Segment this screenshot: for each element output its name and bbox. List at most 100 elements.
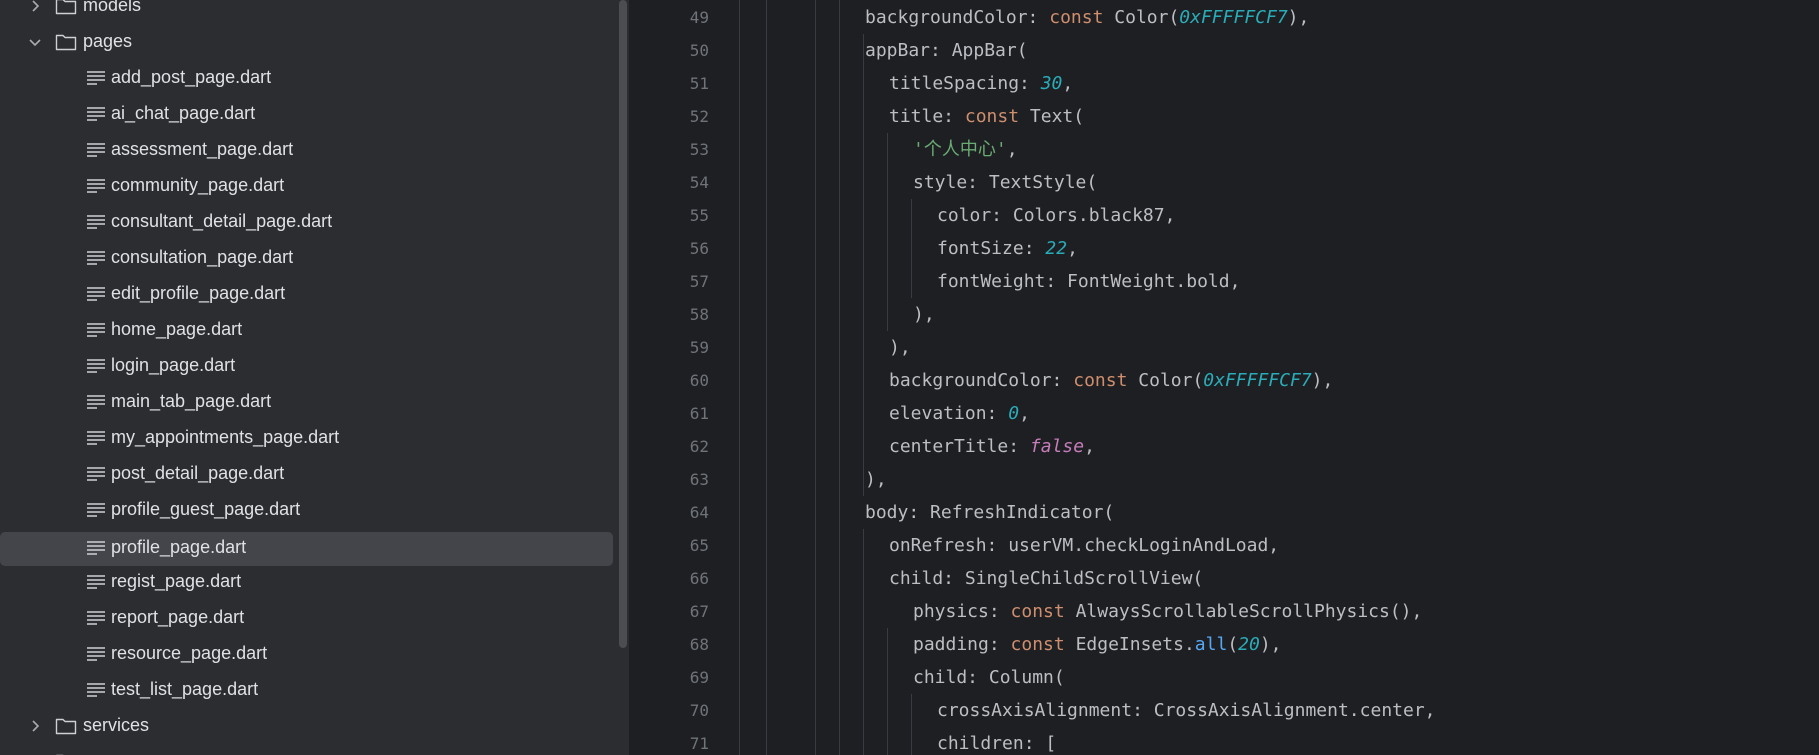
dart-file-icon <box>86 285 106 303</box>
chevron-right-icon[interactable] <box>27 718 43 734</box>
tree-item-label: profile_page.dart <box>111 537 247 557</box>
folder-icon <box>55 0 77 16</box>
line-number: 53 <box>689 140 709 159</box>
tree-item-label: models <box>83 0 142 15</box>
scope-indent-guide <box>863 34 864 496</box>
tree-file-profile-guest-page[interactable]: profile_guest_page.dart <box>0 494 613 526</box>
indent-guide <box>815 0 816 755</box>
line-number: 64 <box>689 503 709 522</box>
tree-item-label: edit_profile_page.dart <box>111 283 286 303</box>
code-token-plain: ), <box>1311 370 1334 391</box>
tree-file-my-appointments-page[interactable]: my_appointments_page.dart <box>0 422 613 454</box>
scope-indent-guide <box>863 529 864 755</box>
code-line[interactable]: body: RefreshIndicator( <box>865 496 1114 529</box>
code-token-kw: const <box>1073 370 1139 391</box>
code-line[interactable]: child: Column( <box>913 661 1065 694</box>
tree-file-test-list-page[interactable]: test_list_page.dart <box>0 674 613 706</box>
tree-file-resource-page[interactable]: resource_page.dart <box>0 638 613 670</box>
code-token-plain: , <box>1067 238 1078 259</box>
tree-item-label: consultant_detail_page.dart <box>111 211 333 231</box>
tree-file-login-page[interactable]: login_page.dart <box>0 350 613 382</box>
code-token-plain: AlwaysScrollableScrollPhysics(), <box>1075 601 1423 622</box>
line-number: 58 <box>689 305 709 324</box>
code-token-plain: title: <box>889 106 965 127</box>
dart-file-icon <box>86 681 106 699</box>
code-editor[interactable]: 49 50 51 52 53 54 55 56 57 58 59 60 61 62 63 64 65 66 67 68… <box>629 0 1819 755</box>
tree-item-label: add_post_page.dart <box>111 67 272 87</box>
code-line[interactable]: children: [ <box>937 727 1056 755</box>
tree-file-post-detail-page[interactable]: post_detail_page.dart <box>0 458 613 490</box>
line-number: 60 <box>689 371 709 390</box>
chevron-right-icon[interactable] <box>27 0 43 14</box>
dart-file-icon <box>86 105 106 123</box>
dart-file-icon <box>86 539 106 557</box>
tree-file-report-page[interactable]: report_page.dart <box>0 602 613 634</box>
code-line[interactable]: backgroundColor: const Color(0xFFFFFCF7)… <box>865 1 1309 34</box>
tree-item-label: main_tab_page.dart <box>111 391 272 411</box>
code-line[interactable]: appBar: AppBar( <box>865 34 1028 67</box>
tree-file-home-page[interactable]: home_page.dart <box>0 314 613 346</box>
scope-indent-guide <box>911 694 912 755</box>
scope-indent-guide <box>887 628 888 755</box>
code-line[interactable]: elevation: 0, <box>889 397 1030 430</box>
scope-indent-guide <box>911 199 912 298</box>
dart-file-icon <box>86 177 106 195</box>
code-token-plain: appBar: AppBar( <box>865 40 1028 61</box>
line-number: 70 <box>689 701 709 720</box>
code-line[interactable]: centerTitle: false, <box>889 430 1095 463</box>
dart-file-icon <box>86 429 106 447</box>
line-number: 67 <box>689 602 709 621</box>
tree-file-edit-profile-page[interactable]: edit_profile_page.dart <box>0 278 613 310</box>
code-token-plain: fontSize: <box>937 238 1046 259</box>
tree-item-label: my_appointments_page.dart <box>111 427 340 447</box>
code-line[interactable]: physics: const AlwaysScrollableScrollPhy… <box>913 595 1422 628</box>
line-number: 56 <box>689 239 709 258</box>
tree-file-profile-page[interactable]: profile_page.dart <box>0 532 613 566</box>
code-line[interactable]: child: SingleChildScrollView( <box>889 562 1203 595</box>
dart-file-icon <box>86 393 106 411</box>
code-token-plain: Text( <box>1029 106 1085 127</box>
code-line[interactable]: padding: const EdgeInsets.all(20), <box>913 628 1282 661</box>
code-line[interactable]: titleSpacing: 30, <box>889 67 1073 100</box>
code-line[interactable]: onRefresh: userVM.checkLoginAndLoad, <box>889 529 1279 562</box>
dart-file-icon <box>86 141 106 159</box>
code-line[interactable]: ), <box>913 298 935 331</box>
code-line[interactable]: ), <box>889 331 911 364</box>
tree-file-regist-page[interactable]: regist_page.dart <box>0 566 613 598</box>
line-number: 50 <box>689 41 709 60</box>
tree-file-ai-chat-page[interactable]: ai_chat_page.dart <box>0 98 613 130</box>
chevron-down-icon[interactable] <box>27 34 43 50</box>
project-tree-scrollbar-thumb[interactable] <box>619 0 627 648</box>
code-token-num: 30 <box>1040 73 1063 94</box>
tree-folder-folder[interactable] <box>0 746 613 755</box>
tree-file-assessment-page[interactable]: assessment_page.dart <box>0 134 613 166</box>
code-token-plain: fontWeight: FontWeight.bold, <box>937 271 1241 292</box>
code-token-plain: physics: <box>913 601 1011 622</box>
code-token-plain: backgroundColor: <box>865 7 1050 28</box>
dart-file-icon <box>86 321 106 339</box>
code-line[interactable]: style: TextStyle( <box>913 166 1097 199</box>
code-line[interactable]: crossAxisAlignment: CrossAxisAlignment.c… <box>937 694 1436 727</box>
tree-file-consultation-page[interactable]: consultation_page.dart <box>0 242 613 274</box>
code-line[interactable]: backgroundColor: const Color(0xFFFFFCF7)… <box>889 364 1333 397</box>
tree-folder-pages[interactable]: pages <box>0 26 613 58</box>
code-line[interactable]: '个人中心', <box>913 133 1018 166</box>
tree-file-consultant-detail-page[interactable]: consultant_detail_page.dart <box>0 206 613 238</box>
code-line[interactable]: color: Colors.black87, <box>937 199 1175 232</box>
tree-folder-services[interactable]: services <box>0 710 613 742</box>
code-line[interactable]: fontSize: 22, <box>937 232 1078 265</box>
code-line[interactable]: title: const Text( <box>889 100 1084 133</box>
tree-file-main-tab-page[interactable]: main_tab_page.dart <box>0 386 613 418</box>
tree-item-label: consultation_page.dart <box>111 247 294 267</box>
code-line[interactable]: fontWeight: FontWeight.bold, <box>937 265 1240 298</box>
tree-file-add-post-page[interactable]: add_post_page.dart <box>0 62 613 94</box>
dart-file-icon <box>86 465 106 483</box>
code-line[interactable]: ), <box>865 463 887 496</box>
dart-file-icon <box>86 573 106 591</box>
dart-file-icon <box>86 69 106 87</box>
tree-folder-models[interactable]: models <box>0 0 613 22</box>
tree-item-label: pages <box>83 31 133 51</box>
tree-file-community-page[interactable]: community_page.dart <box>0 170 613 202</box>
code-token-plain: color: Colors.black87, <box>937 205 1176 226</box>
code-token-plain: ( <box>1227 634 1239 655</box>
